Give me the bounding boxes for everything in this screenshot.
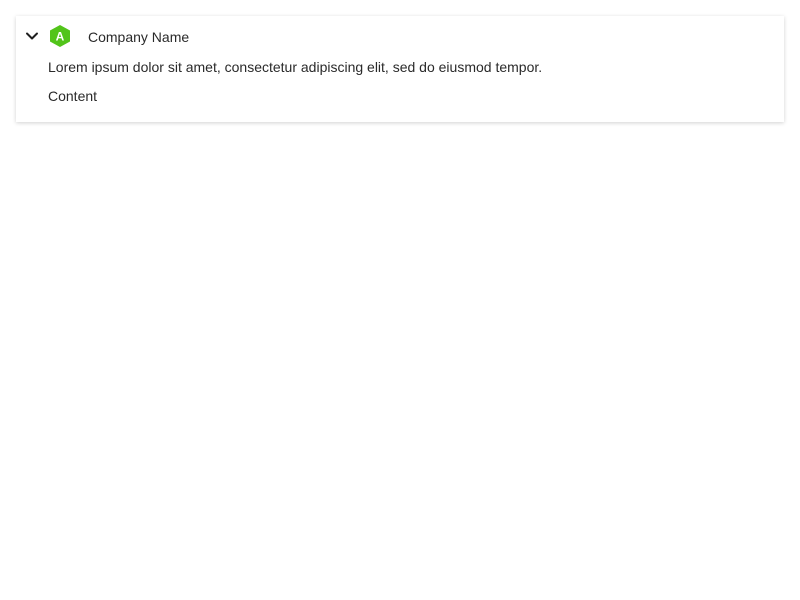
logo-letter: A — [56, 30, 65, 44]
company-name: Company Name — [88, 29, 190, 45]
company-card: A Company Name Lorem ipsum dolor sit ame… — [16, 16, 784, 122]
card-content: Content — [48, 88, 98, 104]
card-header[interactable]: A Company Name — [16, 16, 784, 56]
chevron-down-icon[interactable] — [24, 28, 40, 44]
company-description: Lorem ipsum dolor sit amet, consectetur … — [48, 59, 543, 75]
company-logo-icon: A — [48, 24, 72, 48]
